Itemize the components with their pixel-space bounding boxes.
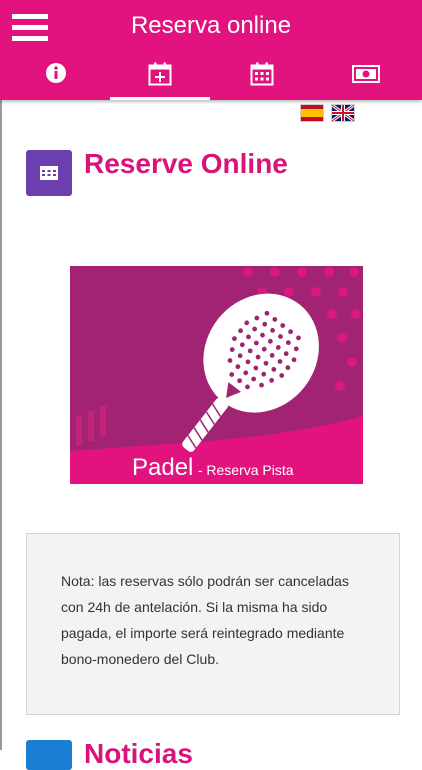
cancellation-note: Nota: las reservas sólo podrán ser cance…	[26, 533, 400, 715]
calendar-icon	[250, 62, 274, 86]
money-icon	[352, 65, 380, 83]
tab-payments[interactable]	[314, 54, 414, 100]
tab-reserve[interactable]	[110, 54, 210, 100]
news-section-badge	[26, 740, 72, 770]
calendar-icon	[40, 166, 58, 180]
tab-info[interactable]	[7, 54, 107, 100]
banner-caption: Padel - Reserva Pista	[132, 454, 294, 482]
section-calendar-badge	[26, 150, 72, 196]
padel-racket-icon	[70, 266, 363, 484]
app-bar: Reserva online	[0, 0, 422, 100]
banner-title: Padel	[132, 454, 194, 481]
tab-bar	[0, 54, 422, 100]
tab-calendar[interactable]	[212, 54, 312, 100]
uk-flag-icon	[332, 105, 354, 121]
language-es-button[interactable]	[300, 104, 324, 122]
calendar-add-icon	[148, 62, 172, 86]
info-icon	[46, 63, 66, 83]
language-en-button[interactable]	[331, 104, 355, 122]
left-edge-border	[0, 100, 2, 750]
section-title: Reserve Online	[84, 148, 288, 179]
padel-reservation-banner[interactable]: Padel - Reserva Pista	[70, 266, 363, 484]
note-text: Nota: las reservas sólo podrán ser cance…	[61, 573, 349, 667]
spain-flag-icon	[301, 105, 323, 121]
news-section-title: Noticias	[84, 738, 193, 769]
page-title: Reserva online	[130, 12, 292, 39]
banner-subtitle: - Reserva Pista	[197, 462, 294, 478]
